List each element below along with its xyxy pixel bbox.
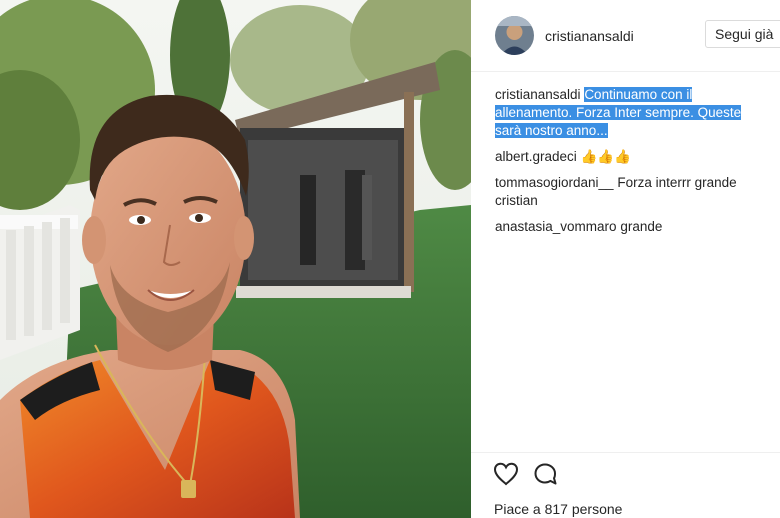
avatar[interactable]: [495, 16, 534, 55]
header-username[interactable]: cristianansaldi: [545, 28, 634, 44]
comment-username[interactable]: tommasogiordani__: [495, 175, 614, 190]
comment-username[interactable]: anastasia_vommaro: [495, 219, 617, 234]
selfie-image: [0, 0, 471, 518]
post-actions: Piace a 817 persone: [471, 452, 780, 517]
caption: cristianansaldi Continuamo con il allena…: [495, 86, 756, 140]
list-item: anastasia_vommaro grande: [495, 218, 756, 236]
comment-text: grande: [620, 219, 663, 234]
list-item: albert.gradeci 👍👍👍: [495, 148, 756, 166]
heart-icon[interactable]: [493, 462, 519, 491]
comment-text: 👍👍👍: [580, 149, 632, 164]
action-icons: [493, 462, 758, 491]
likes-count[interactable]: Piace a 817 persone: [493, 501, 758, 517]
list-item: tommasogiordani__ Forza interrr grande c…: [495, 174, 756, 210]
comment-icon[interactable]: [533, 462, 559, 491]
post-sidebar: cristianansaldi Segui già cristianansald…: [471, 0, 780, 518]
comment-username[interactable]: albert.gradeci: [495, 149, 577, 164]
post-photo[interactable]: [0, 0, 471, 518]
comments-list: cristianansaldi Continuamo con il allena…: [471, 72, 780, 236]
follow-button[interactable]: Segui già: [705, 20, 780, 48]
caption-username[interactable]: cristianansaldi: [495, 87, 581, 102]
post-header: cristianansaldi Segui già: [471, 0, 780, 72]
